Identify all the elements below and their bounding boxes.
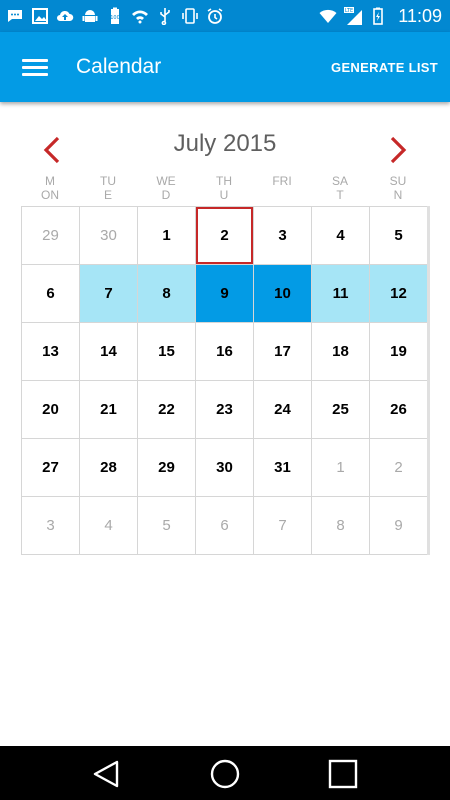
adjacent-month-day-cell[interactable]: 9 [370,497,428,555]
next-month-button[interactable] [388,136,408,164]
day-cell[interactable]: 29 [138,439,196,497]
recents-icon [328,759,358,789]
app-title: Calendar [76,55,162,78]
back-icon [93,760,119,788]
lte-signal-icon: LTE [344,7,363,25]
weekday-header: M ON TU E WE D TH U FRI SA T SU N [21,174,427,204]
day-cell[interactable]: 30 [196,439,254,497]
day-cell[interactable]: 16 [196,323,254,381]
selected-day-cell[interactable]: 9 [196,265,254,323]
battery-100-icon: 100 [106,7,124,25]
adjacent-month-day-cell[interactable]: 29 [22,207,80,265]
battery-charging-icon [369,7,387,25]
generate-list-button[interactable]: GENERATE LIST [331,32,438,102]
adjacent-month-day-cell[interactable]: 6 [196,497,254,555]
home-button[interactable] [209,758,241,790]
navigation-bar [0,746,450,800]
weekday-wed: WE D [156,174,176,202]
day-cell[interactable]: 17 [254,323,312,381]
day-cell[interactable]: 20 [22,381,80,439]
adjacent-month-day-cell[interactable]: 7 [254,497,312,555]
day-cell[interactable]: 6 [22,265,80,323]
day-cell[interactable]: 4 [312,207,370,265]
day-cell[interactable]: 5 [370,207,428,265]
adjacent-month-day-cell[interactable]: 5 [138,497,196,555]
back-button[interactable] [91,758,123,790]
status-time: 11:09 [398,5,442,26]
day-cell[interactable]: 23 [196,381,254,439]
range-day-cell[interactable]: 12 [370,265,428,323]
weekday-fri: FRI [272,174,292,188]
chevron-right-icon [390,136,407,164]
day-cell[interactable]: 31 [254,439,312,497]
day-cell[interactable]: 26 [370,381,428,439]
month-title: July 2015 [173,130,277,157]
today-day-cell[interactable]: 2 [196,207,254,265]
wifi-icon [319,7,337,25]
adjacent-month-day-cell[interactable]: 4 [80,497,138,555]
day-cell[interactable]: 21 [80,381,138,439]
day-cell[interactable]: 3 [254,207,312,265]
weekday-mon: M ON [41,174,59,202]
alarm-icon [206,7,224,25]
grid-edge-shadow [427,206,430,555]
day-cell[interactable]: 19 [370,323,428,381]
system-icons: LTE 11:09 [319,6,442,27]
calendar-grid: 29 30 1 2 3 4 5 6 7 8 9 10 11 12 13 14 15 16 17 18 19 20 21 22 2… [21,206,428,555]
selected-day-cell[interactable]: 10 [254,265,312,323]
svg-text:100: 100 [110,15,120,21]
vibrate-icon [181,7,199,25]
day-cell[interactable]: 18 [312,323,370,381]
adjacent-month-day-cell[interactable]: 1 [312,439,370,497]
day-cell[interactable]: 25 [312,381,370,439]
adjacent-month-day-cell[interactable]: 3 [22,497,80,555]
weekday-thu: TH U [216,174,232,202]
day-cell[interactable]: 1 [138,207,196,265]
day-cell[interactable]: 15 [138,323,196,381]
day-cell[interactable]: 14 [80,323,138,381]
weekday-sun: SU N [389,174,407,202]
day-cell[interactable]: 27 [22,439,80,497]
android-icon [81,7,99,25]
weekday-tue: TU E [100,174,116,202]
chat-icon [6,7,24,25]
image-icon [31,7,49,25]
range-day-cell[interactable]: 8 [138,265,196,323]
day-cell[interactable]: 13 [22,323,80,381]
status-bar: 100 LTE 11:09 [0,0,450,32]
svg-text:LTE: LTE [345,8,353,14]
range-day-cell[interactable]: 7 [80,265,138,323]
adjacent-month-day-cell[interactable]: 2 [370,439,428,497]
notification-icons: 100 [6,7,224,25]
range-day-cell[interactable]: 11 [312,265,370,323]
app-bar: Calendar GENERATE LIST [0,32,450,102]
adjacent-month-day-cell[interactable]: 30 [80,207,138,265]
day-cell[interactable]: 22 [138,381,196,439]
day-cell[interactable]: 24 [254,381,312,439]
weekday-sat: SA T [331,174,348,202]
home-icon [210,759,240,789]
usb-icon [156,7,174,25]
recents-button[interactable] [327,758,359,790]
adjacent-month-day-cell[interactable]: 8 [312,497,370,555]
wifi-calling-icon [131,7,149,25]
menu-icon[interactable] [22,57,50,77]
day-cell[interactable]: 28 [80,439,138,497]
cloud-upload-icon [56,7,74,25]
